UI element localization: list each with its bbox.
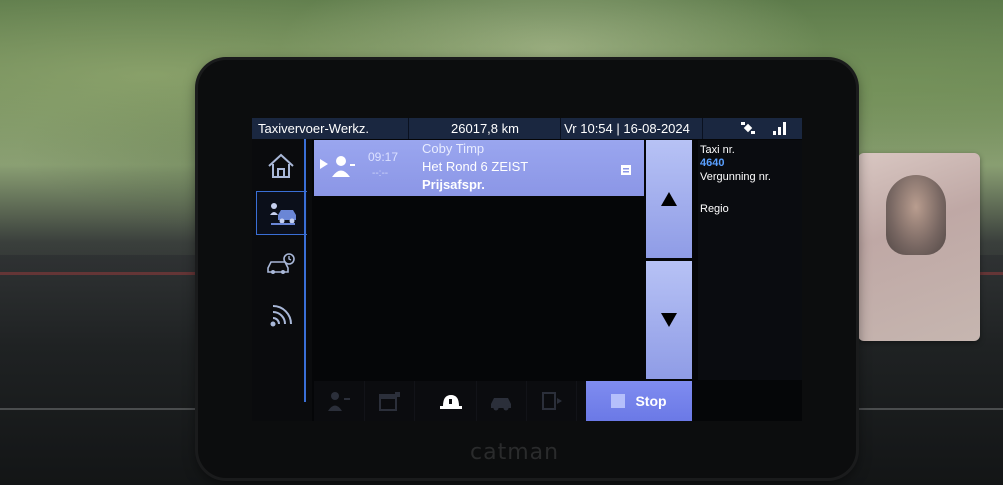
taxi-clock-icon [267, 253, 295, 274]
arrow-down-icon [661, 313, 677, 327]
person-icon [332, 156, 355, 177]
satellite-icon [741, 122, 755, 134]
scroll-up-button[interactable] [646, 140, 692, 258]
person-add-icon [328, 392, 350, 411]
license-number-label: Vergunning nr. [700, 171, 771, 183]
toolbar-phone-button[interactable] [526, 381, 577, 421]
stop-button[interactable]: Stop [586, 381, 692, 421]
sidebar-item-connection[interactable] [256, 295, 306, 337]
vehicle-info-panel: Taxi nr. 4640 Vergunning nr. Regio [698, 140, 802, 380]
taxi-number-label: Taxi nr. [700, 144, 735, 156]
stop-label: Stop [635, 393, 667, 409]
sidebar-item-rides[interactable] [256, 191, 307, 235]
ride-time: 09:17 [368, 150, 399, 164]
toolbar-bell-button[interactable] [426, 381, 477, 421]
device-brand: catman [470, 440, 560, 465]
terminal-screen: Taxivervoer-Werkz. 26017,8 km Vr 10:54 |… [252, 118, 802, 421]
phone-icon [542, 392, 562, 410]
toolbar-car-button[interactable] [476, 381, 527, 421]
toolbar-person-button[interactable] [314, 381, 365, 421]
driver-id-card [858, 153, 980, 341]
ride-note: Prijsafspr. [422, 177, 485, 192]
status-icons [732, 118, 802, 139]
sidebar-divider [304, 139, 306, 402]
pickup-address: Het Rond 6 ZEIST [422, 159, 529, 174]
company-name: Taxivervoer-Werkz. [252, 118, 409, 139]
taxi-number-value: 4640 [700, 157, 725, 169]
wireless-icon [270, 305, 292, 327]
toolbar-calendar-button[interactable] [364, 381, 415, 421]
date-time: Vr 10:54 | 16-08-2024 [552, 118, 703, 139]
signal-icon [773, 122, 786, 135]
home-icon [268, 153, 294, 178]
ride-end-time: --:-- [372, 168, 389, 179]
scroll-down-button[interactable] [646, 261, 692, 379]
car-icon [491, 398, 511, 411]
stop-icon [611, 394, 626, 408]
sidebar [252, 139, 312, 421]
arrow-up-icon [661, 192, 677, 206]
bell-icon [440, 395, 462, 409]
sidebar-item-home[interactable] [256, 145, 306, 187]
status-bar: Taxivervoer-Werkz. 26017,8 km Vr 10:54 |… [252, 118, 802, 139]
ride-row[interactable]: 09:17 --:-- Coby Timp Het Rond 6 ZEIST P… [314, 140, 644, 196]
calendar-icon [379, 392, 400, 411]
document-icon [621, 165, 631, 175]
ride-list: 09:17 --:-- Coby Timp Het Rond 6 ZEIST P… [314, 140, 644, 380]
odometer: 26017,8 km [410, 118, 561, 139]
play-arrow-icon [320, 159, 328, 169]
id-photo [886, 175, 946, 255]
passenger-name: Coby Timp [422, 141, 485, 156]
sidebar-item-schedule[interactable] [256, 243, 306, 285]
region-label: Regio [700, 203, 729, 215]
taxi-passenger-icon [270, 203, 296, 225]
